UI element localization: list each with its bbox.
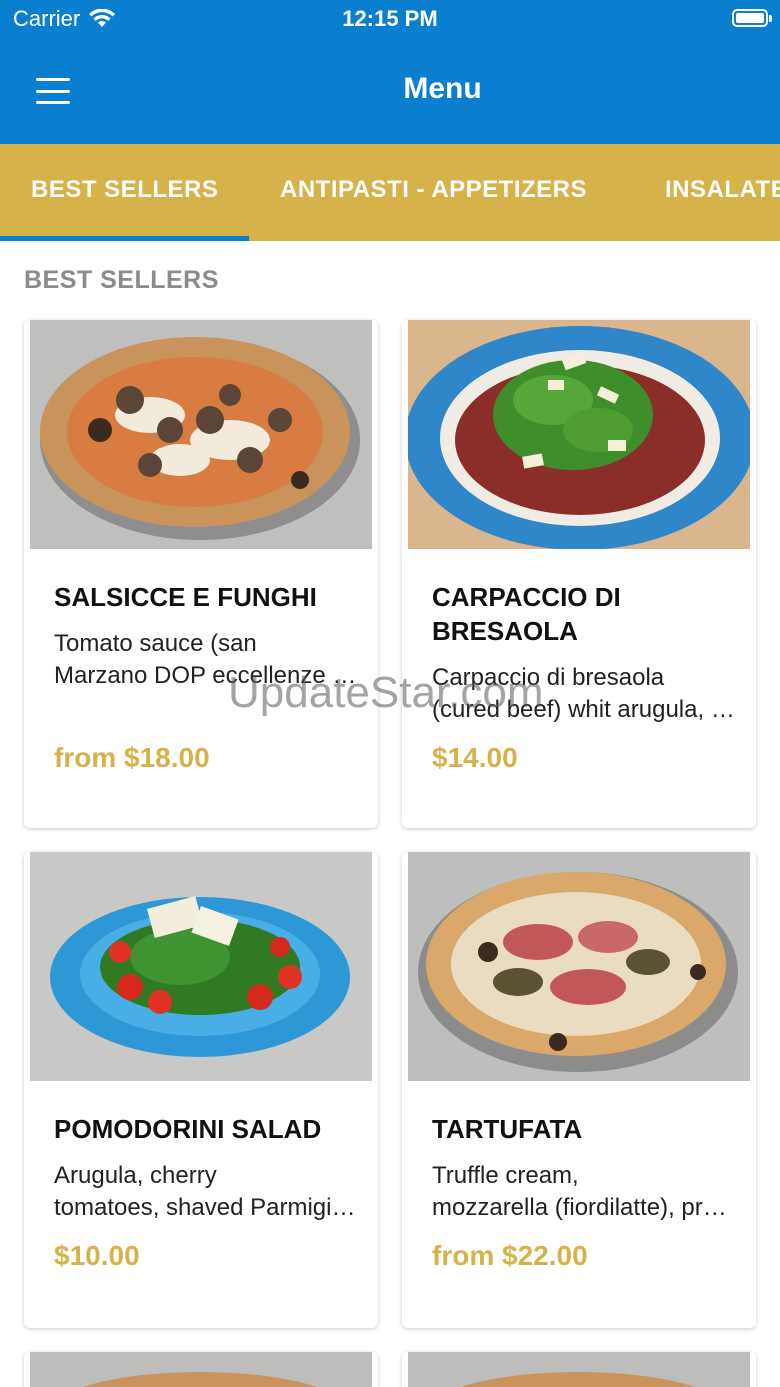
section-heading: BEST SELLERS bbox=[24, 266, 219, 294]
item-price: $14.00 bbox=[432, 742, 518, 773]
menu-item-card[interactable]: CARPACCIO DI BRESAOLA Carpaccio di bresa… bbox=[402, 320, 756, 828]
selected-tab-indicator bbox=[0, 236, 249, 241]
tab-insalate[interactable]: INSALATE bbox=[665, 144, 780, 241]
item-photo bbox=[30, 852, 372, 1081]
item-price: from $22.00 bbox=[432, 1240, 588, 1271]
category-tabs[interactable]: BEST SELLERS ANTIPASTI - APPETIZERS INSA… bbox=[0, 144, 780, 241]
menu-item-card[interactable]: POMODORINI SALAD Arugula, cherry tomatoe… bbox=[24, 852, 378, 1328]
tab-antipasti-appetizers[interactable]: ANTIPASTI - APPETIZERS bbox=[280, 144, 587, 241]
item-photo bbox=[30, 1352, 372, 1387]
item-title: TARTUFATA bbox=[432, 1114, 583, 1144]
menu-item-card-partial[interactable] bbox=[402, 1352, 756, 1387]
item-description: Truffle cream, mozzarella (fiordilatte),… bbox=[432, 1162, 736, 1221]
menu-item-card-partial[interactable] bbox=[24, 1352, 378, 1387]
item-title: SALSICCE E FUNGHI bbox=[54, 582, 317, 612]
menu-screen: Carrier 12:15 PM Menu BEST SELLERS ANTIP… bbox=[0, 0, 780, 1387]
item-price: $10.00 bbox=[54, 1240, 140, 1271]
top-bar: Carrier 12:15 PM Menu bbox=[0, 0, 780, 144]
item-title: POMODORINI SALAD bbox=[54, 1114, 322, 1144]
item-price: from $18.00 bbox=[54, 742, 210, 773]
tab-best-sellers[interactable]: BEST SELLERS bbox=[31, 144, 218, 241]
page-title: Menu bbox=[403, 72, 482, 105]
status-time: 12:15 PM bbox=[342, 6, 438, 31]
battery-icon bbox=[732, 9, 772, 27]
item-description: Arugula, cherry tomatoes, shaved Parmigi… bbox=[54, 1162, 358, 1221]
item-title: CARPACCIO DI BRESAOLA bbox=[432, 582, 621, 646]
item-photo bbox=[408, 320, 750, 549]
hamburger-menu-icon[interactable] bbox=[36, 78, 70, 104]
item-photo bbox=[408, 1352, 750, 1387]
item-description: Carpaccio di bresaola (cured beef) whit … bbox=[432, 664, 736, 723]
menu-item-card[interactable]: TARTUFATA Truffle cream, mozzarella (fio… bbox=[402, 852, 756, 1328]
menu-item-card[interactable]: SALSICCE E FUNGHI Tomato sauce (san Marz… bbox=[24, 320, 378, 828]
item-description: Tomato sauce (san Marzano DOP eccellenze… bbox=[54, 630, 358, 689]
item-photo bbox=[408, 852, 750, 1081]
item-photo bbox=[30, 320, 372, 549]
